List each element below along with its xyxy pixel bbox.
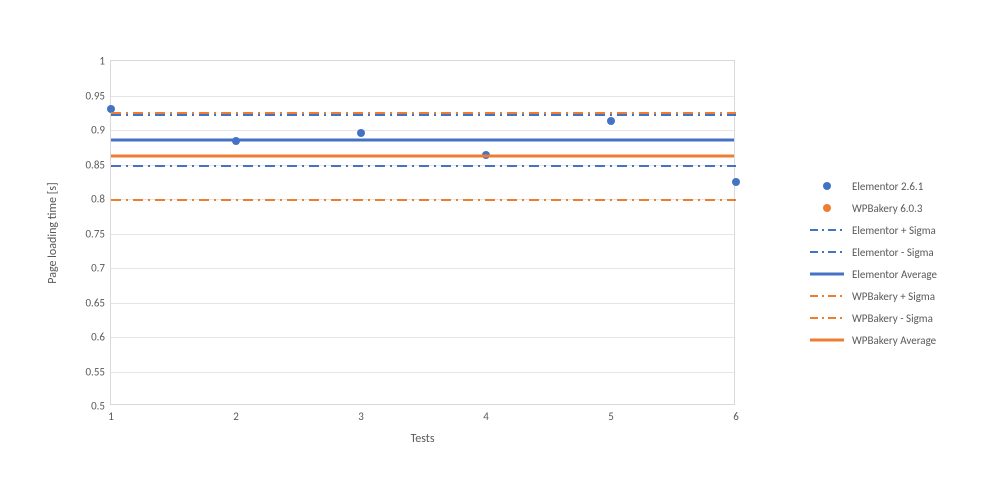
chart-stage: Page loading time [s] Tests 0.5 0.55 0.6 0.… — [0, 0, 988, 501]
legend-label: WPBakery - Sigma — [852, 312, 933, 325]
gridline — [111, 303, 734, 304]
legend-item: Elementor Average — [810, 263, 937, 285]
data-point — [607, 117, 615, 125]
series-line-dash — [111, 111, 736, 115]
y-tick-label: 0.65 — [85, 296, 105, 309]
legend-item: Elementor 2.6.1 — [810, 175, 937, 197]
series-line-dash — [111, 164, 736, 168]
x-tick-label: 4 — [483, 410, 489, 423]
gridline — [111, 337, 734, 338]
y-tick-label: 0.85 — [85, 158, 105, 171]
y-tick-label: 0.5 — [91, 400, 105, 413]
gridline — [111, 96, 734, 97]
y-tick-label: 0.8 — [91, 193, 105, 206]
data-point — [357, 129, 365, 137]
y-tick-label: 0.75 — [85, 227, 105, 240]
legend-label: Elementor - Sigma — [852, 246, 934, 259]
y-tick-label: 1 — [99, 55, 105, 68]
gridline — [111, 130, 734, 131]
x-tick-label: 3 — [358, 410, 364, 423]
y-tick-label: 0.95 — [85, 89, 105, 102]
data-point — [732, 178, 740, 186]
legend-item: WPBakery - Sigma — [810, 307, 937, 329]
legend-swatch — [810, 334, 844, 346]
gridline — [111, 268, 734, 269]
legend-swatch — [810, 180, 844, 192]
plot-area: Page loading time [s] Tests 0.50.550.60.… — [110, 60, 735, 405]
series-line — [111, 139, 734, 142]
y-axis-title: Page loading time [s] — [46, 182, 60, 283]
y-tick-label: 0.7 — [91, 262, 105, 275]
series-line — [111, 155, 734, 158]
legend-item: WPBakery 6.0.3 — [810, 197, 937, 219]
legend-item: WPBakery + Sigma — [810, 285, 937, 307]
legend-item: Elementor + Sigma — [810, 219, 937, 241]
legend-label: Elementor Average — [852, 268, 937, 281]
gridline — [111, 234, 734, 235]
legend-swatch — [810, 202, 844, 214]
x-tick-label: 6 — [733, 410, 739, 423]
legend: Elementor 2.6.1 WPBakery 6.0.3 Elementor +… — [810, 175, 937, 351]
legend-item: WPBakery Average — [810, 329, 937, 351]
y-tick-label: 0.9 — [91, 124, 105, 137]
y-tick-label: 0.6 — [91, 331, 105, 344]
legend-label: WPBakery + Sigma — [852, 290, 935, 303]
legend-label: Elementor 2.6.1 — [852, 180, 923, 193]
legend-label: WPBakery 6.0.3 — [852, 202, 922, 215]
x-tick-label: 2 — [233, 410, 239, 423]
x-tick-label: 5 — [608, 410, 614, 423]
x-tick-label: 1 — [108, 410, 114, 423]
gridline — [111, 372, 734, 373]
legend-item: Elementor - Sigma — [810, 241, 937, 263]
legend-label: Elementor + Sigma — [852, 224, 936, 237]
x-axis-title: Tests — [410, 432, 434, 446]
legend-swatch — [810, 268, 844, 280]
legend-label: WPBakery Average — [852, 334, 936, 347]
legend-swatch — [810, 312, 844, 324]
series-line-dash — [111, 198, 736, 202]
legend-swatch — [810, 246, 844, 258]
legend-swatch — [810, 290, 844, 302]
y-tick-label: 0.55 — [85, 365, 105, 378]
legend-swatch — [810, 224, 844, 236]
